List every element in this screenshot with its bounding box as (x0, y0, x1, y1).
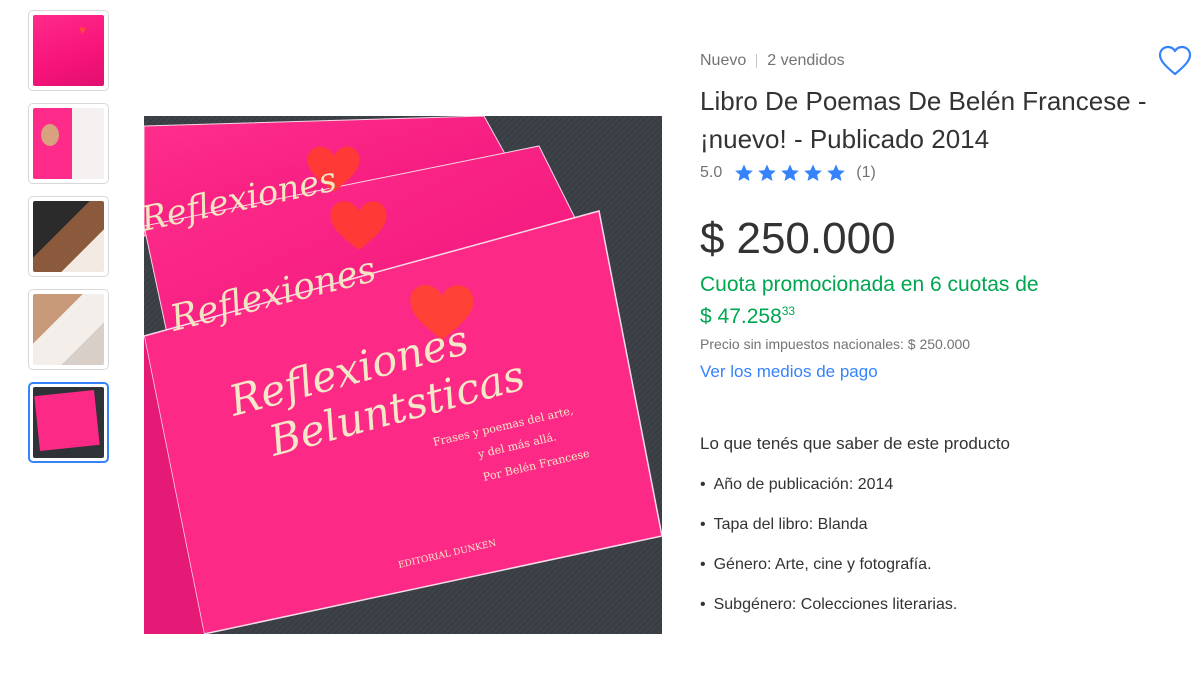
list-item: • Año de publicación: 2014 (700, 474, 1160, 496)
rating-count[interactable]: (1) (856, 164, 876, 182)
list-item: • Tapa del libro: Blanda (700, 514, 1160, 536)
condition-label: Nuevo (700, 52, 747, 69)
price: $ 250.000 (700, 214, 1160, 264)
installments-promo: Cuota promocionada en 6 cuotas de $ 47.2… (700, 272, 1160, 330)
thumbnail-2[interactable] (28, 103, 109, 184)
product-subtitle: Nuevo 2 vendidos (700, 50, 1160, 72)
attribute-genre: Género: Arte, cine y fotografía. (713, 556, 932, 573)
star-icon (735, 164, 754, 181)
thumbnail-image (33, 294, 104, 365)
star-icon (758, 164, 777, 181)
attribute-subgenre: Subgénero: Colecciones literarias. (713, 596, 958, 613)
tax-note: Precio sin impuestos nacionales: $ 250.0… (700, 336, 971, 352)
thumbnail-4[interactable] (28, 289, 109, 370)
thumbnail-image (33, 387, 104, 458)
divider (756, 54, 758, 68)
thumbnail-image (33, 108, 104, 179)
attribute-year: Año de publicación: 2014 (713, 476, 894, 493)
list-item: • Subgénero: Colecciones literarias. (700, 594, 1160, 616)
attribute-cover: Tapa del libro: Blanda (713, 516, 868, 533)
star-icon (804, 164, 823, 181)
star-icon (781, 164, 800, 181)
installments-cents: 33 (781, 304, 796, 318)
thumbnail-1[interactable]: ♥ (28, 10, 109, 91)
thumbnail-3[interactable] (28, 196, 109, 277)
rating-value: 5.0 (700, 164, 723, 181)
list-item: • Género: Arte, cine y fotografía. (700, 554, 1160, 576)
thumbnail-image: ♥ (33, 15, 104, 86)
sold-count: 2 vendidos (767, 52, 845, 69)
product-title: Libro De Poemas De Belén Francese - ¡nue… (700, 86, 1147, 154)
installments-text: Cuota promocionada en 6 cuotas de (700, 273, 1039, 296)
rating-stars (734, 163, 846, 183)
product-info: Nuevo 2 vendidos Libro De Poemas De Belé… (700, 50, 1160, 634)
thumbnail-image (33, 201, 104, 272)
installments-amount: $ 47.258 (700, 305, 782, 328)
payment-methods-link[interactable]: Ver los medios de pago (700, 362, 878, 382)
price-currency: $ (700, 214, 725, 263)
price-amount: 250.000 (736, 214, 896, 263)
heart-icon[interactable] (1158, 45, 1192, 77)
rating-summary[interactable]: 5.0 (1) (700, 162, 1160, 184)
details-heading: Lo que tenés que saber de este producto (700, 434, 1011, 453)
thumbnail-gallery: ♥ (28, 10, 109, 475)
attribute-list: • Año de publicación: 2014 • Tapa del libr… (700, 474, 1160, 616)
thumbnail-5-selected[interactable] (28, 382, 109, 463)
star-icon (827, 164, 846, 181)
main-product-image[interactable]: Reflexiones Reflexiones Reflexiones Belu… (144, 116, 662, 634)
